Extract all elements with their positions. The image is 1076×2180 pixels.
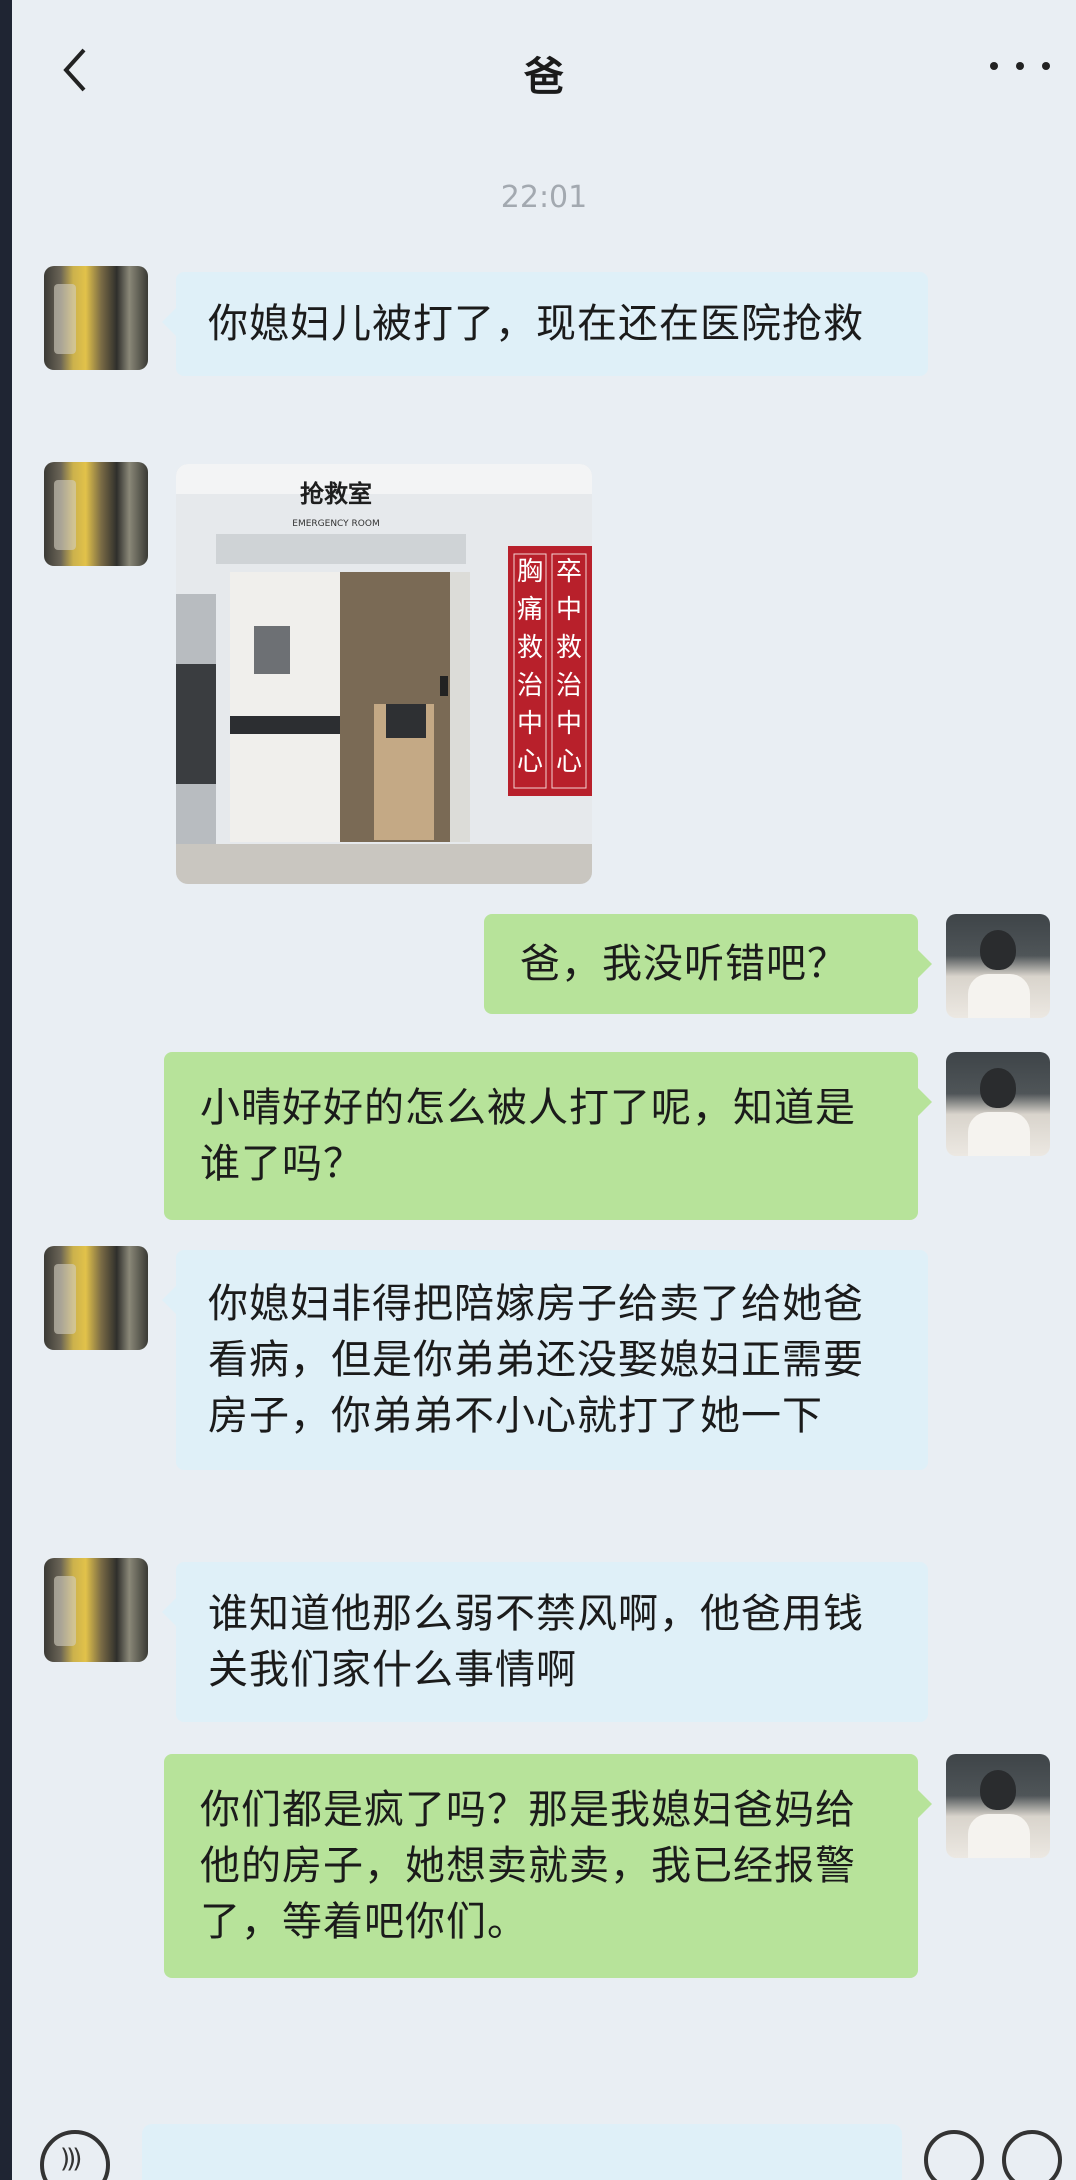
banner-right-char: 救 (556, 633, 582, 663)
message-composer (12, 2110, 1076, 2180)
banner-right-char: 卒 (556, 557, 582, 587)
banner-left-char: 治 (517, 671, 543, 701)
message-timestamp: 22:01 (500, 180, 588, 215)
banner-left-char: 救 (517, 633, 543, 663)
message-bubble-outgoing[interactable]: 爸，我没听错吧？ (484, 914, 932, 1014)
message-input[interactable] (142, 2124, 902, 2180)
chat-header: 爸 (12, 0, 1076, 140)
avatar-me[interactable] (946, 1754, 1050, 1858)
left-edge-strip (0, 0, 12, 2180)
avatar-me[interactable] (946, 1052, 1050, 1156)
avatar-dad[interactable] (44, 462, 148, 566)
banner-left-char: 中 (517, 709, 543, 739)
emergency-room-photo[interactable]: 抢救室 EMERGENCY ROOM 胸痛救治中心卒中救治中心 (176, 464, 592, 884)
banner-right-char: 治 (556, 671, 582, 701)
avatar-dad[interactable] (44, 1558, 148, 1662)
voice-icon[interactable] (40, 2130, 110, 2180)
avatar-me[interactable] (946, 914, 1050, 1018)
photo-sign-text: 抢救室 (300, 480, 372, 508)
message-bubble-outgoing[interactable]: 小晴好好的怎么被人打了呢，知道是谁了吗？ (164, 1052, 932, 1220)
avatar-dad[interactable] (44, 266, 148, 370)
banner-left-char: 痛 (517, 595, 543, 625)
more-horizontal-icon[interactable] (990, 46, 1050, 86)
emoji-icon[interactable] (924, 2130, 984, 2180)
banner-left-char: 胸 (517, 557, 543, 587)
photo-sign-en-text: EMERGENCY ROOM (292, 519, 379, 529)
message-bubble-outgoing[interactable]: 你们都是疯了吗？那是我媳妇爸妈给他的房子，她想卖就卖，我已经报警了，等着吧你们。 (164, 1754, 932, 1978)
message-bubble-incoming[interactable]: 谁知道他那么弱不禁风啊，他爸用钱关我们家什么事情啊 (162, 1562, 928, 1722)
banner-right-char: 心 (556, 747, 582, 777)
plus-icon[interactable] (1002, 2130, 1062, 2180)
banner-right-char: 中 (556, 709, 582, 739)
banner-left-char: 心 (517, 747, 543, 777)
message-bubble-incoming[interactable]: 你媳妇非得把陪嫁房子给卖了给她爸看病，但是你弟弟还没娶媳妇正需要房子，你弟弟不小… (162, 1250, 928, 1470)
chat-title: 爸 (524, 54, 564, 100)
avatar-dad[interactable] (44, 1246, 148, 1350)
message-bubble-incoming[interactable]: 你媳妇儿被打了，现在还在医院抢救 (162, 272, 928, 376)
banner-right-char: 中 (556, 595, 582, 625)
